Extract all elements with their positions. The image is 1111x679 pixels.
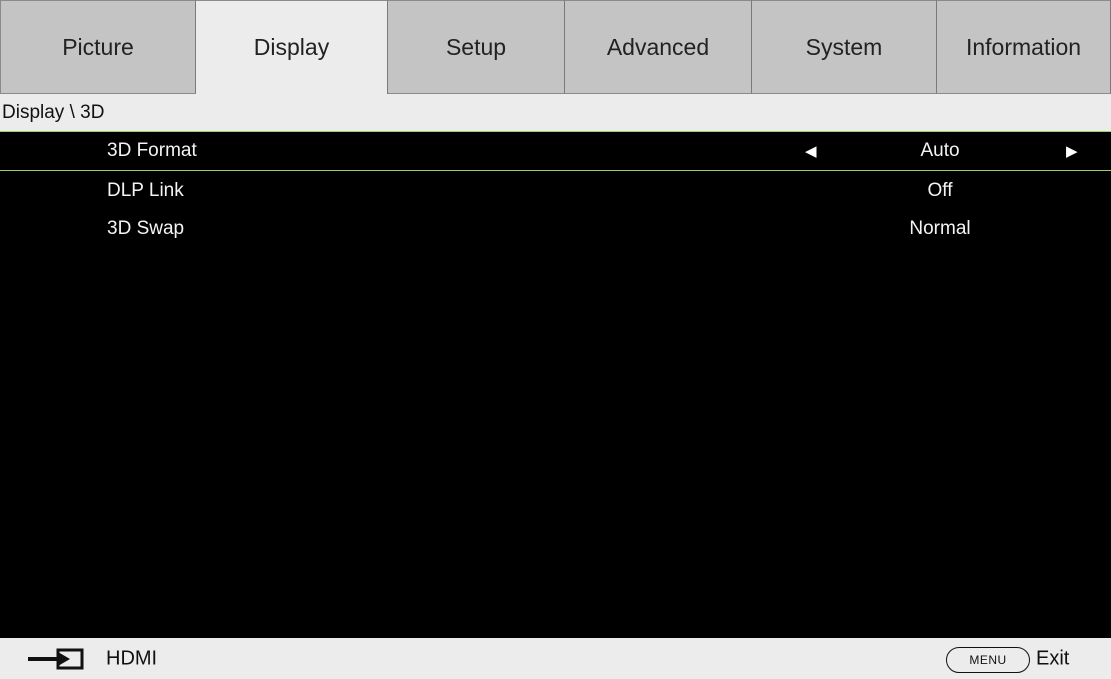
menu-item-label: DLP Link [107,180,184,201]
menu-item-3d-format[interactable]: 3D Format ◀ Auto ▶ [0,131,1111,171]
input-source-icon [28,648,84,670]
tab-display[interactable]: Display [196,0,388,94]
menu-item-value: Normal [909,218,971,239]
menu-key-button[interactable]: MENU [946,647,1030,673]
arrow-right-icon[interactable]: ▶ [1066,142,1078,160]
footer-bar: HDMI MENU Exit [0,638,1111,679]
breadcrumb: Display \ 3D [0,94,1111,131]
menu-item-label: 3D Swap [107,218,185,239]
exit-label: Exit [1036,647,1070,669]
menu-list: 3D Format ◀ Auto ▶ DLP Link Off 3D Swap … [0,131,1111,638]
menu-item-value: Off [927,180,953,201]
tab-setup[interactable]: Setup [388,0,565,94]
source-label: HDMI [106,647,158,669]
arrow-left-icon[interactable]: ◀ [805,142,817,160]
tab-picture[interactable]: Picture [0,0,196,94]
tab-advanced[interactable]: Advanced [565,0,752,94]
tab-bar: Picture Display Setup Advanced System In… [0,0,1111,94]
tab-information[interactable]: Information [937,0,1111,94]
tab-system[interactable]: System [752,0,937,94]
menu-item-3d-swap[interactable]: 3D Swap Normal [0,209,1111,249]
menu-item-value: Auto [920,140,960,161]
menu-item-label: 3D Format [107,140,197,161]
menu-item-dlp-link[interactable]: DLP Link Off [0,171,1111,211]
